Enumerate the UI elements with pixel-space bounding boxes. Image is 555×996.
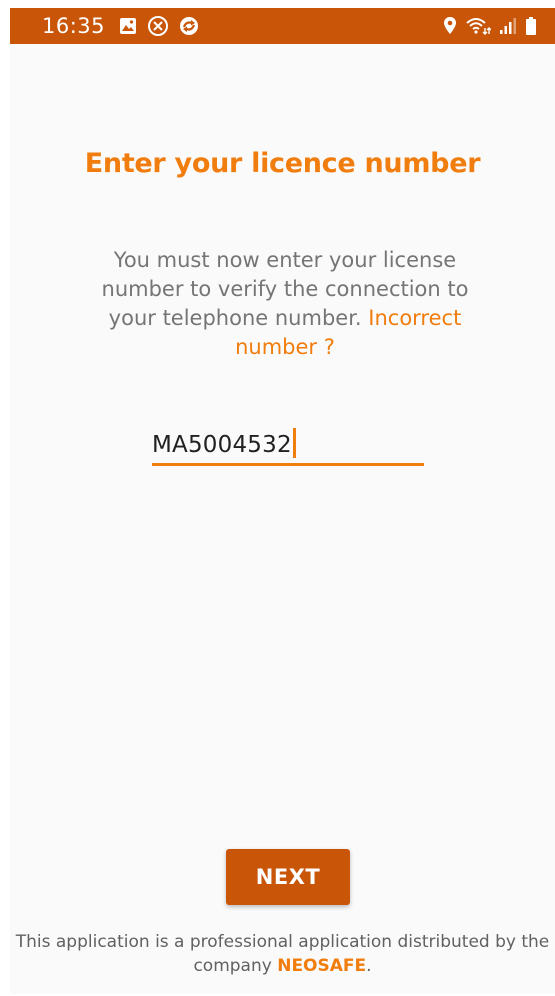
license-number-input-wrapper: MA5004532 bbox=[152, 428, 296, 458]
battery-icon bbox=[525, 16, 537, 36]
app-screen: 16:35 Enter your licence number You must… bbox=[10, 8, 555, 994]
next-button[interactable]: NEXT bbox=[226, 849, 350, 905]
footer-text: This application is a professional appli… bbox=[10, 930, 555, 978]
wifi-icon bbox=[465, 16, 491, 36]
gallery-icon bbox=[119, 17, 137, 35]
location-icon bbox=[443, 16, 457, 36]
status-time: 16:35 bbox=[42, 14, 106, 38]
company-name: NEOSAFE bbox=[277, 956, 367, 976]
signal-icon bbox=[499, 17, 517, 35]
license-number-field[interactable]: MA5004532 bbox=[152, 422, 424, 466]
text-cursor bbox=[292, 428, 296, 458]
status-bar-right bbox=[443, 14, 537, 38]
status-bar-left: 16:35 bbox=[42, 13, 199, 39]
page-title: Enter your licence number bbox=[84, 148, 481, 179]
sync-icon bbox=[179, 16, 199, 36]
license-number-value[interactable]: MA5004532 bbox=[152, 432, 292, 458]
status-bar: 16:35 bbox=[10, 8, 555, 44]
blocked-icon bbox=[147, 15, 169, 37]
instructions-text: You must now enter your license number t… bbox=[80, 246, 490, 362]
footer-period: . bbox=[366, 956, 372, 976]
